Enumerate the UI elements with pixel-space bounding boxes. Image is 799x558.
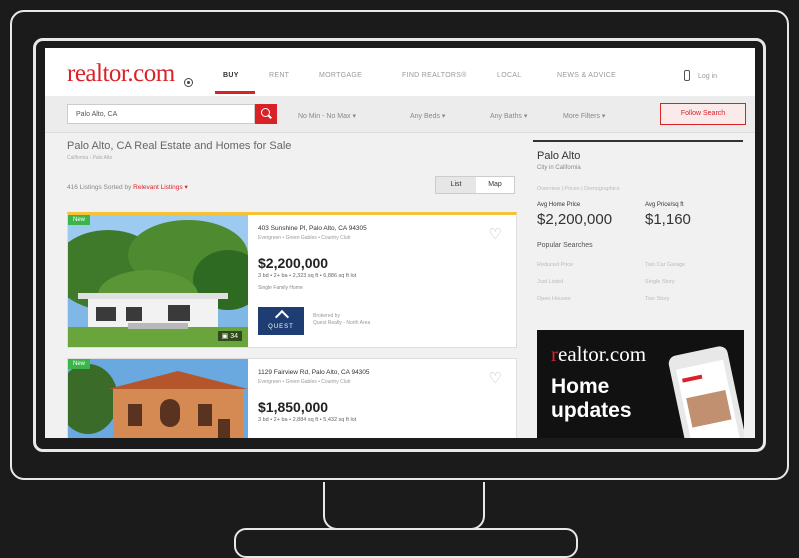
listing-card[interactable]: New 1129 Fairview Rd, Palo Alto, CA 9430… <box>67 358 517 438</box>
nav-local[interactable]: LOCAL <box>497 72 521 79</box>
listing-photo[interactable]: New <box>68 359 248 438</box>
phone-mockup-image <box>667 344 744 438</box>
nav-buy[interactable]: BUY <box>223 72 239 79</box>
house-photo-1 <box>68 215 248 347</box>
browser-viewport: realtor.com BUY RENT MORTGAGE FIND REALT… <box>45 48 755 438</box>
nav-mortgage[interactable]: MORTGAGE <box>319 72 362 79</box>
phone-icon[interactable] <box>684 70 690 81</box>
sidebar-divider <box>533 140 743 142</box>
search-button[interactable] <box>255 104 277 124</box>
broker-logo: QUEST <box>258 307 304 335</box>
top-navigation: realtor.com BUY RENT MORTGAGE FIND REALT… <box>45 48 755 97</box>
nav-rent[interactable]: RENT <box>269 72 289 79</box>
popular-search-link[interactable]: Two Story <box>645 296 669 302</box>
page-title: Palo Alto, CA Real Estate and Homes for … <box>67 140 292 152</box>
listing-card[interactable]: New ▣ 34 403 Sunshine Pl, Palo Alto, CA … <box>67 212 517 348</box>
price-filter[interactable]: No Min - No Max ▾ <box>298 112 356 120</box>
listing-neighborhood: Evergreen • Green Gables • Country Club <box>258 379 351 385</box>
avg-price-sqft-label: Avg Price/sq ft <box>645 202 684 208</box>
popular-searches-title: Popular Searches <box>537 242 593 249</box>
monitor-stand-base <box>234 528 578 558</box>
monitor-stand-neck <box>323 482 485 530</box>
brokered-by: Brokered by Quest Realty - North Area <box>313 313 371 326</box>
location-target-icon <box>184 78 193 87</box>
map-view-button[interactable]: Map <box>476 177 514 193</box>
city-name: Palo Alto <box>537 150 581 162</box>
listing-address[interactable]: 1129 Fairview Rd, Palo Alto, CA 94305 <box>258 369 370 376</box>
realtor-logo[interactable]: realtor.com <box>67 60 175 88</box>
popular-search-link[interactable]: Reduced Price <box>537 262 573 268</box>
avg-home-price-label: Avg Home Price <box>537 202 581 208</box>
active-tab-indicator <box>215 91 255 94</box>
view-toggle: List Map <box>435 176 515 194</box>
favorite-heart-icon[interactable]: ♡ <box>489 225 502 243</box>
sort-summary: 416 Listings Sorted by Relevant Listings… <box>67 183 188 191</box>
login-link[interactable]: Log in <box>698 73 717 80</box>
listing-count: 416 Listings Sorted by <box>67 184 132 191</box>
popular-search-link[interactable]: Two Car Garage <box>645 262 685 268</box>
photo-count-badge: ▣ 34 <box>217 331 242 341</box>
favorite-heart-icon[interactable]: ♡ <box>489 369 502 387</box>
listing-address[interactable]: 403 Sunshine Pl, Palo Alto, CA 94305 <box>258 225 367 232</box>
popular-search-link[interactable]: Just Listed <box>537 279 563 285</box>
listing-price: $1,850,000 <box>258 399 329 415</box>
listing-specs: 3 bd • 2+ ba • 2,323 sq ft • 6,886 sq ft… <box>258 273 357 279</box>
list-view-button[interactable]: List <box>436 177 476 193</box>
house-photo-2 <box>68 359 248 438</box>
avg-price-sqft: $1,160 <box>645 211 691 228</box>
listing-price: $2,200,000 <box>258 255 329 271</box>
listing-specs: 3 bd • 2+ ba • 2,884 sq ft • 5,432 sq ft… <box>258 417 357 423</box>
follow-search-button[interactable]: Follow Search <box>660 103 746 125</box>
more-filters[interactable]: More Filters ▾ <box>563 112 605 120</box>
new-badge: New <box>68 215 91 225</box>
advertisement[interactable]: realtor.com Home updates <box>537 330 744 438</box>
listing-neighborhood: Evergreen • Green Gables • Country Club <box>258 235 351 241</box>
avg-home-price: $2,200,000 <box>537 211 613 228</box>
baths-filter[interactable]: Any Baths ▾ <box>490 112 527 120</box>
property-type: Single Family Home <box>258 285 303 291</box>
breadcrumb[interactable]: California › Palo Alto <box>67 155 112 161</box>
beds-filter[interactable]: Any Beds ▾ <box>410 112 445 120</box>
location-search-input[interactable]: Palo Alto, CA <box>67 104 255 124</box>
nav-news-advice[interactable]: NEWS & ADVICE <box>557 72 616 79</box>
listing-photo[interactable]: New ▣ 34 <box>68 215 248 347</box>
popular-search-link[interactable]: Open Houses <box>537 296 571 302</box>
search-bar: Palo Alto, CA No Min - No Max ▾ Any Beds… <box>45 96 755 133</box>
city-subtitle: City in California <box>537 165 581 171</box>
house-icon <box>274 309 290 325</box>
popular-search-link[interactable]: Single Story <box>645 279 675 285</box>
nav-find-realtors[interactable]: FIND REALTORS® <box>402 72 467 79</box>
new-badge: New <box>68 359 91 369</box>
ad-logo: realtor.com <box>551 342 647 366</box>
ad-headline: Home updates <box>551 375 632 422</box>
city-info-links[interactable]: Overview | Prices | Demographics <box>537 186 620 192</box>
sort-dropdown[interactable]: Relevant Listings ▾ <box>133 184 188 191</box>
